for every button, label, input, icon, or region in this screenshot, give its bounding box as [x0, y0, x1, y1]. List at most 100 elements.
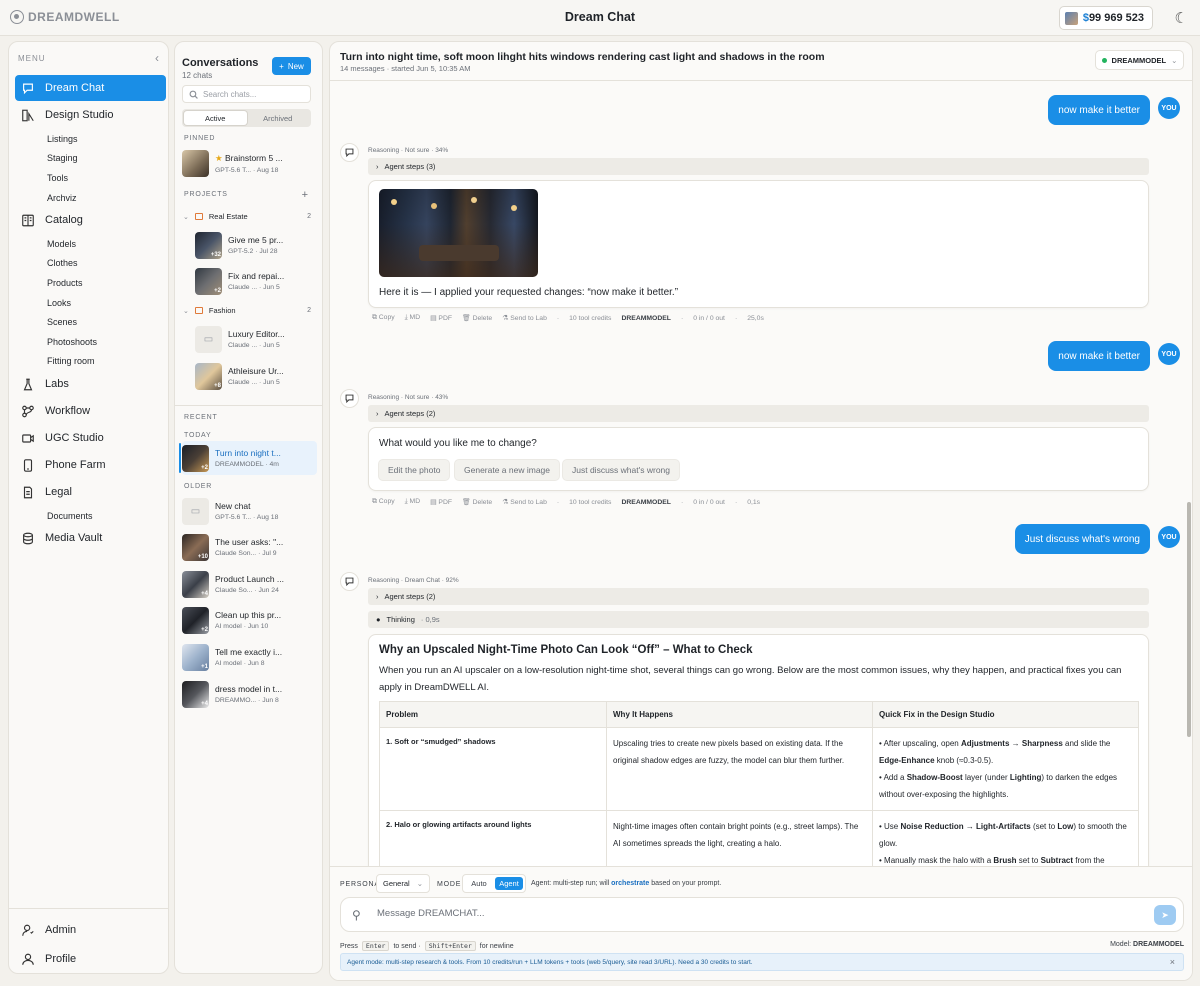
conversation-item[interactable]: +2 Clean up this pr... AI model · Jun 10: [182, 603, 317, 637]
sidebar-item-label: Labs: [45, 378, 69, 390]
conversation-item[interactable]: ▭ New chat GPT-5.6 T... · Aug 18: [182, 494, 317, 528]
markdown-button[interactable]: ⤓ MD: [405, 498, 420, 506]
delete-button[interactable]: 🗑 Delete: [462, 314, 492, 322]
sidebar-item-labs[interactable]: Labs: [15, 371, 166, 397]
sidebar-item-phone-farm[interactable]: Phone Farm: [15, 452, 166, 478]
pdf-button[interactable]: ▤ PDF: [430, 314, 452, 322]
sidebar-item-admin[interactable]: Admin: [15, 917, 166, 943]
conversation-item[interactable]: +8 Athleisure Ur... Claude ... · Jun 5: [195, 359, 317, 393]
message-input[interactable]: [377, 908, 1137, 919]
collapse-chevron-icon[interactable]: ‹: [155, 51, 159, 65]
scrollbar[interactable]: [1187, 502, 1191, 737]
sidebar-subitem-models[interactable]: Models: [47, 239, 76, 249]
mode-agent[interactable]: Agent: [495, 877, 523, 890]
sidebar-item-media-vault[interactable]: Media Vault: [15, 525, 166, 551]
sidebar-subitem-staging[interactable]: Staging: [47, 153, 78, 163]
conversation-item-selected[interactable]: +2 Turn into night t... DREAMMODEL · 4m: [179, 441, 317, 475]
conversation-item-pinned[interactable]: ★ Brainstorm 5 ... GPT-5.6 T... · Aug 18: [182, 146, 317, 180]
suggestion-discuss[interactable]: Just discuss what's wrong: [562, 459, 680, 481]
table-header: Quick Fix in the Design Studio: [872, 701, 1139, 728]
sidebar: MENU ‹ Dream Chat Design Studio Listings…: [8, 41, 169, 974]
sidebar-subitem-clothes[interactable]: Clothes: [47, 258, 78, 268]
thinking-toggle[interactable]: ● Thinking · 0,9s: [368, 611, 1149, 628]
conversation-meta: Claude ... · Jun 5: [228, 342, 280, 349]
logo[interactable]: DREAMDWELL: [10, 10, 120, 24]
copy-button[interactable]: ⧉ Copy: [372, 498, 395, 506]
sidebar-item-design-studio[interactable]: Design Studio: [15, 102, 166, 128]
message-actions: ⧉ Copy ⤓ MD ▤ PDF 🗑 Delete ⚗ Send to Lab…: [372, 314, 764, 322]
persona-select[interactable]: General ⌄: [376, 874, 430, 893]
image-count-badge: +4: [201, 700, 208, 707]
image-count-badge: +32: [210, 251, 221, 258]
sidebar-item-label: Workflow: [45, 405, 91, 417]
pinned-label: PINNED: [184, 135, 216, 142]
sidebar-item-label: Catalog: [45, 214, 83, 226]
orchestrate-link[interactable]: orchestrate: [611, 880, 649, 887]
mode-toggle: Auto Agent: [462, 874, 526, 893]
agent-steps-toggle[interactable]: › Agent steps (2): [368, 588, 1149, 605]
agent-steps-toggle[interactable]: › Agent steps (2): [368, 405, 1149, 422]
suggestion-generate-image[interactable]: Generate a new image: [454, 459, 560, 481]
older-label: OLDER: [184, 483, 213, 490]
conversation-item[interactable]: +32 Give me 5 pr... GPT-5.2 · Jul 28: [195, 228, 317, 262]
paperclip-icon[interactable]: ⚲: [352, 908, 361, 922]
conversation-thumbnail: +8: [195, 362, 222, 390]
sidebar-item-catalog[interactable]: Catalog: [15, 207, 166, 233]
generated-image[interactable]: [379, 189, 538, 277]
credits-badge[interactable]: $99 969 523: [1058, 6, 1153, 30]
conversation-item[interactable]: ▭ Luxury Editor... Claude ... · Jun 5: [195, 322, 317, 356]
message-model: DREAMMODEL: [621, 498, 671, 506]
tab-archived[interactable]: Archived: [247, 111, 310, 125]
tab-active[interactable]: Active: [184, 111, 247, 125]
folder-fashion[interactable]: ⌄ Fashion 2: [183, 306, 311, 315]
conversation-thumbnail: +2: [195, 267, 222, 295]
plus-icon: +: [279, 61, 284, 71]
sidebar-subitem-archviz[interactable]: Archviz: [47, 193, 77, 203]
copy-button[interactable]: ⧉ Copy: [372, 314, 395, 322]
markdown-button[interactable]: ⤓ MD: [405, 314, 420, 322]
moon-icon[interactable]: ☾: [1175, 9, 1188, 27]
sidebar-subitem-looks[interactable]: Looks: [47, 298, 71, 308]
agent-steps-toggle[interactable]: › Agent steps (3): [368, 158, 1149, 175]
recent-label: RECENT: [184, 414, 218, 421]
send-to-lab-button[interactable]: ⚗ Send to Lab: [502, 498, 547, 506]
send-button[interactable]: ➤: [1154, 905, 1176, 925]
agent-mode-banner: Agent mode: multi-step research & tools.…: [340, 953, 1184, 971]
suggestion-edit-photo[interactable]: Edit the photo: [378, 459, 451, 481]
token-count: 0 in / 0 out: [693, 314, 725, 322]
folder-real-estate[interactable]: ⌄ Real Estate 2: [183, 212, 311, 221]
conversation-item[interactable]: +4 dress model in t... DREAMMO... · Jun 8: [182, 677, 317, 711]
ugc-icon: [21, 431, 35, 445]
sidebar-subitem-listings[interactable]: Listings: [47, 134, 78, 144]
new-chat-button[interactable]: + New: [272, 57, 311, 75]
conversation-item[interactable]: +10 The user asks: "... Claude Son... · J…: [182, 530, 317, 564]
model-selector[interactable]: DREAMMODEL ⌄: [1095, 50, 1184, 70]
sidebar-item-profile[interactable]: Profile: [15, 946, 166, 972]
message-list[interactable]: now make it better YOU Reasoning · Not s…: [330, 81, 1192, 866]
sidebar-subitem-products[interactable]: Products: [47, 278, 83, 288]
delete-button[interactable]: 🗑 Delete: [462, 498, 492, 506]
image-placeholder-icon: ▭: [182, 497, 209, 525]
conversation-item[interactable]: +4 Product Launch ... Claude So... · Jun …: [182, 567, 317, 601]
sidebar-item-workflow[interactable]: Workflow: [15, 398, 166, 424]
conversation-meta: AI model · Jun 10: [215, 623, 269, 630]
conversation-item[interactable]: +2 Fix and repai... Claude ... · Jun 5: [195, 264, 317, 298]
close-icon[interactable]: ×: [1170, 957, 1175, 967]
sidebar-subitem-tools[interactable]: Tools: [47, 173, 68, 183]
sidebar-item-dream-chat[interactable]: Dream Chat: [15, 75, 166, 101]
pdf-button[interactable]: ▤ PDF: [430, 498, 452, 506]
search-input[interactable]: [203, 89, 303, 99]
menu-label: MENU: [18, 54, 46, 63]
conversation-item[interactable]: +1 Tell me exactly i... AI model · Jun 8: [182, 640, 317, 674]
add-project-icon[interactable]: +: [302, 189, 308, 201]
conversation-title: Athleisure Ur...: [228, 366, 284, 376]
send-to-lab-button[interactable]: ⚗ Send to Lab: [502, 314, 547, 322]
mode-auto[interactable]: Auto: [465, 877, 493, 890]
sidebar-subitem-documents[interactable]: Documents: [47, 511, 93, 521]
sidebar-item-ugc-studio[interactable]: UGC Studio: [15, 425, 166, 451]
sidebar-subitem-scenes[interactable]: Scenes: [47, 317, 77, 327]
bot-message-text: Here it is — I applied your requested ch…: [379, 287, 679, 298]
sidebar-subitem-fitting-room[interactable]: Fitting room: [47, 356, 95, 366]
sidebar-subitem-photoshoots[interactable]: Photoshoots: [47, 337, 97, 347]
sidebar-item-legal[interactable]: Legal: [15, 479, 166, 505]
